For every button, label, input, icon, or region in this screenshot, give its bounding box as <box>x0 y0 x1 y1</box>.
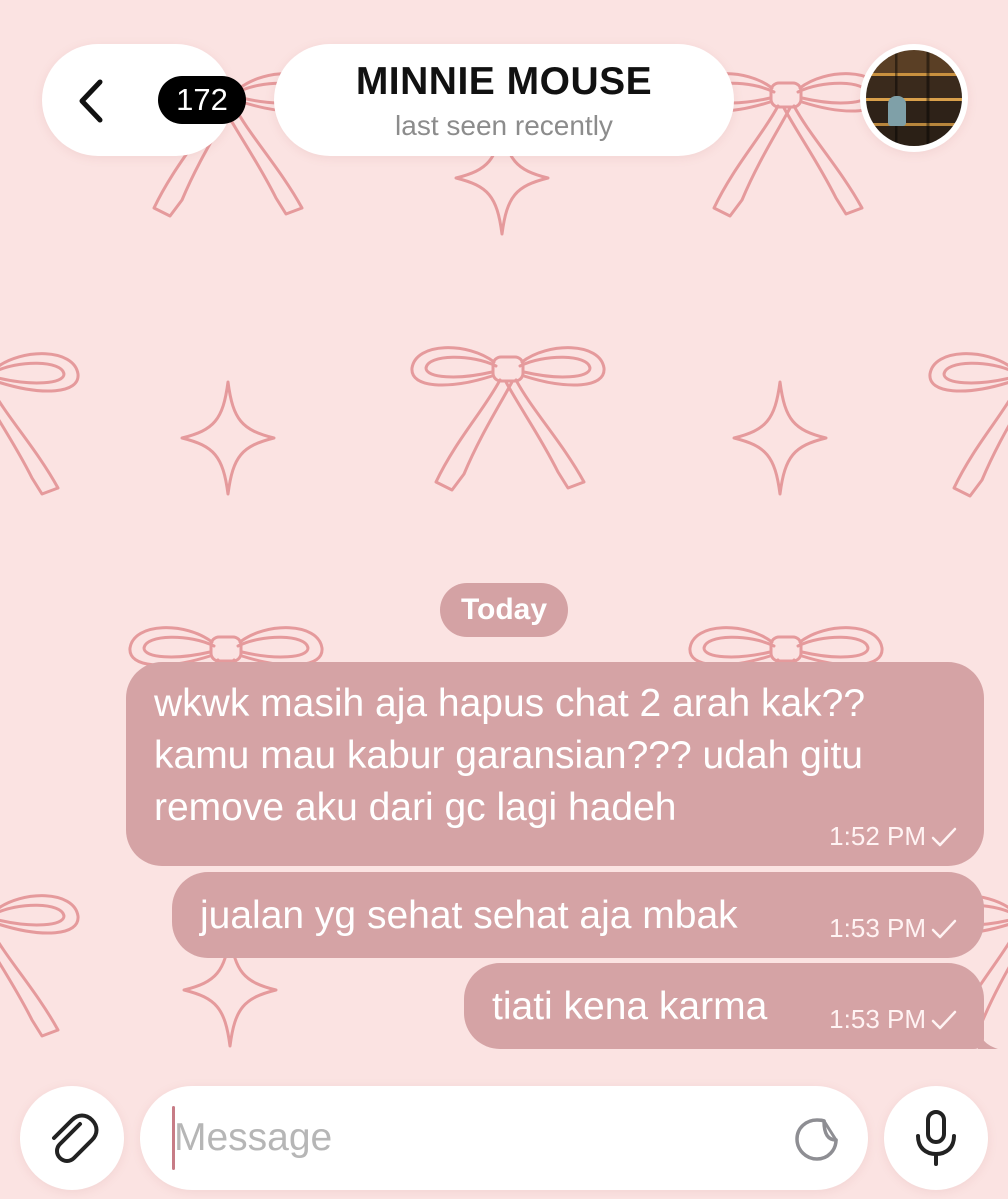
chat-status: last seen recently <box>395 110 613 141</box>
message-input-box[interactable] <box>140 1086 868 1190</box>
chat-title-area[interactable]: MINNIE MOUSE last seen recently <box>274 44 734 156</box>
message-meta: 1:52 PM <box>829 821 958 852</box>
message-bubble-outgoing[interactable]: jualan yg sehat sehat aja mbak 1:53 PM <box>172 872 984 958</box>
message-meta: 1:53 PM <box>829 1004 958 1035</box>
avatar[interactable] <box>860 44 968 152</box>
attach-button[interactable] <box>20 1086 124 1190</box>
checkmark-icon <box>931 1010 957 1029</box>
message-input[interactable] <box>174 1106 774 1170</box>
back-button[interactable]: 172 <box>42 44 246 156</box>
message-time: 1:52 PM <box>829 821 926 851</box>
chevron-left-icon <box>76 78 106 129</box>
message-text: wkwk masih aja hapus chat 2 arah kak?? k… <box>154 682 866 829</box>
message-bubble-outgoing[interactable]: wkwk masih aja hapus chat 2 arah kak?? k… <box>126 662 984 866</box>
paperclip-icon <box>52 1113 99 1163</box>
checkmark-icon <box>931 919 957 938</box>
checkmark-icon <box>931 827 957 846</box>
microphone-button[interactable] <box>884 1086 988 1190</box>
message-meta: 1:53 PM <box>829 913 958 944</box>
avatar-photo <box>866 50 962 146</box>
message-bubble-outgoing[interactable]: tiati kena karma 1:53 PM <box>464 963 998 1049</box>
microphone-icon <box>916 1110 956 1166</box>
message-time: 1:53 PM <box>829 913 926 943</box>
bubble-tail <box>978 1027 998 1049</box>
message-time: 1:53 PM <box>829 1004 926 1034</box>
sticker-button[interactable] <box>792 1114 842 1169</box>
sticker-icon <box>795 1118 838 1161</box>
date-separator: Today <box>440 583 568 637</box>
chat-name: MINNIE MOUSE <box>355 60 653 103</box>
unread-count-badge: 172 <box>158 76 246 124</box>
